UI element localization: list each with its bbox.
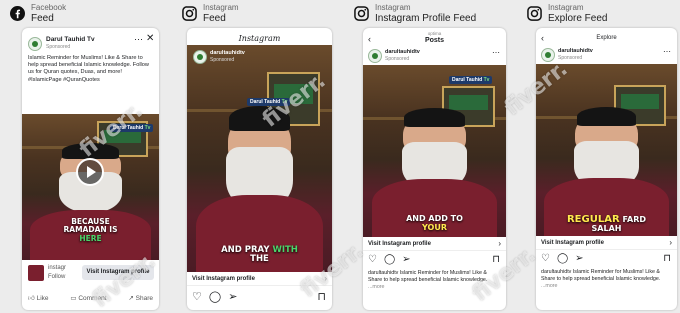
like-button[interactable]: 👍︎ Like [28, 294, 49, 302]
play-icon [87, 166, 96, 178]
placement-label: Feed [31, 13, 54, 24]
more-options-icon[interactable]: ⋯ [663, 47, 671, 56]
profile-header-sub: optima [427, 31, 442, 36]
ad-preview-card[interactable]: ‹ optima Posts darultauhidtv Sponsored ⋯… [363, 28, 506, 310]
visit-profile-link[interactable]: Visit Instagram profile [192, 276, 255, 282]
instagram-icon [527, 5, 542, 21]
heart-icon[interactable]: ♡ [368, 254, 377, 265]
post-caption: darultauhidtv Islamic Reminder for Musli… [541, 269, 661, 289]
placement-label: Explore Feed [548, 13, 608, 24]
video-caption: REGULAR FARD SALAH [566, 214, 646, 233]
account-name[interactable]: darultauhidtv [210, 50, 245, 56]
preview-column-instagram-feed: Instagram Feed Instagram darultauhidtv Sp… [182, 0, 340, 310]
video-caption: AND PRAY WITH THE [221, 245, 298, 265]
placement-header: Instagram Instagram Profile Feed [354, 2, 476, 24]
instagram-action-bar: ♡ ◯ ➢ [541, 253, 584, 264]
more-options-icon[interactable]: ⋯ [134, 34, 143, 45]
cta-thumbnail [28, 265, 44, 281]
comment-icon: ▭ [70, 295, 77, 302]
close-icon[interactable]: ✕ [146, 33, 154, 44]
bookmark-icon[interactable]: ⊓ [663, 253, 671, 264]
ad-video[interactable]: Darul Tauhid Tv AND ADD TO YOUR [363, 65, 506, 237]
video-caption: BECAUSE RAMADAN IS HERE [63, 217, 118, 243]
share-button[interactable]: ↗ Share [128, 294, 153, 302]
sponsored-label: Sponsored [46, 44, 71, 50]
visit-profile-link[interactable]: Visit Instagram profile [368, 241, 431, 247]
send-icon[interactable]: ➢ [402, 254, 410, 265]
comment-icon[interactable]: ◯ [384, 254, 395, 265]
page-name[interactable]: Darul Tauhid Tv [46, 36, 95, 43]
sponsored-label: Sponsored [558, 55, 583, 61]
instagram-wordmark: Instagram [238, 34, 281, 43]
heart-icon[interactable]: ♡ [541, 253, 550, 264]
platform-label: Instagram [548, 3, 584, 12]
explore-header-title: Explore [596, 35, 617, 41]
comment-icon[interactable]: ◯ [209, 290, 221, 303]
account-name[interactable]: darultauhidtv [385, 49, 420, 55]
instagram-action-bar: ♡ ◯ ➢ [368, 254, 411, 265]
instagram-action-bar: ♡ ◯ ➢ [192, 290, 237, 303]
cta-follow: Follow [48, 274, 66, 280]
share-icon: ↗ [128, 295, 134, 302]
preview-column-instagram-profile-feed: Instagram Instagram Profile Feed ‹ optima… [354, 0, 514, 310]
chevron-right-icon: › [498, 239, 501, 248]
instagram-icon [182, 5, 197, 21]
placement-header: Facebook Feed [10, 2, 66, 24]
platform-label: Instagram [375, 3, 411, 12]
send-icon[interactable]: ➢ [228, 290, 237, 303]
facebook-icon [10, 5, 25, 21]
sponsored-label: Sponsored [385, 56, 410, 62]
profile-header-title: Posts [424, 37, 445, 44]
thumbs-up-icon: 👍︎ [28, 295, 35, 302]
visit-profile-bar[interactable]: Visit Instagram profile › [363, 237, 506, 251]
account-name[interactable]: darultauhidtv [558, 48, 593, 54]
placement-header: Instagram Feed [182, 2, 239, 24]
ad-video[interactable]: REGULAR FARD SALAH [536, 64, 677, 236]
comment-icon[interactable]: ◯ [557, 253, 568, 264]
sponsored-label: Sponsored [210, 57, 235, 63]
instagram-icon [354, 5, 369, 21]
platform-label: Instagram [203, 3, 239, 12]
visit-profile-bar[interactable]: Visit Instagram profile › [536, 236, 677, 250]
chevron-right-icon: › [669, 238, 672, 247]
preview-column-instagram-explore-feed: Instagram Explore Feed ‹ Explore darultau… [527, 0, 680, 310]
cta-account: instagr [48, 265, 67, 271]
placement-label: Feed [203, 13, 226, 24]
account-avatar [193, 50, 207, 64]
more-options-icon[interactable]: ⋯ [492, 48, 500, 57]
heart-icon[interactable]: ♡ [192, 290, 202, 303]
send-icon[interactable]: ➢ [575, 253, 583, 264]
platform-label: Facebook [31, 3, 67, 12]
channel-logo: Darul Tauhid Tv [449, 76, 493, 84]
placement-label: Instagram Profile Feed [375, 13, 477, 24]
placement-header: Instagram Explore Feed [527, 2, 607, 24]
account-avatar [368, 49, 382, 63]
ad-body-text: Islamic Reminder for Muslims! Like & Sha… [28, 55, 149, 83]
visit-profile-link[interactable]: Visit Instagram profile [541, 240, 604, 246]
page-avatar [28, 37, 42, 51]
video-caption: AND ADD TO YOUR [406, 214, 463, 232]
ad-preview-card[interactable]: Instagram darultauhidtv Sponsored Darul … [187, 28, 332, 310]
